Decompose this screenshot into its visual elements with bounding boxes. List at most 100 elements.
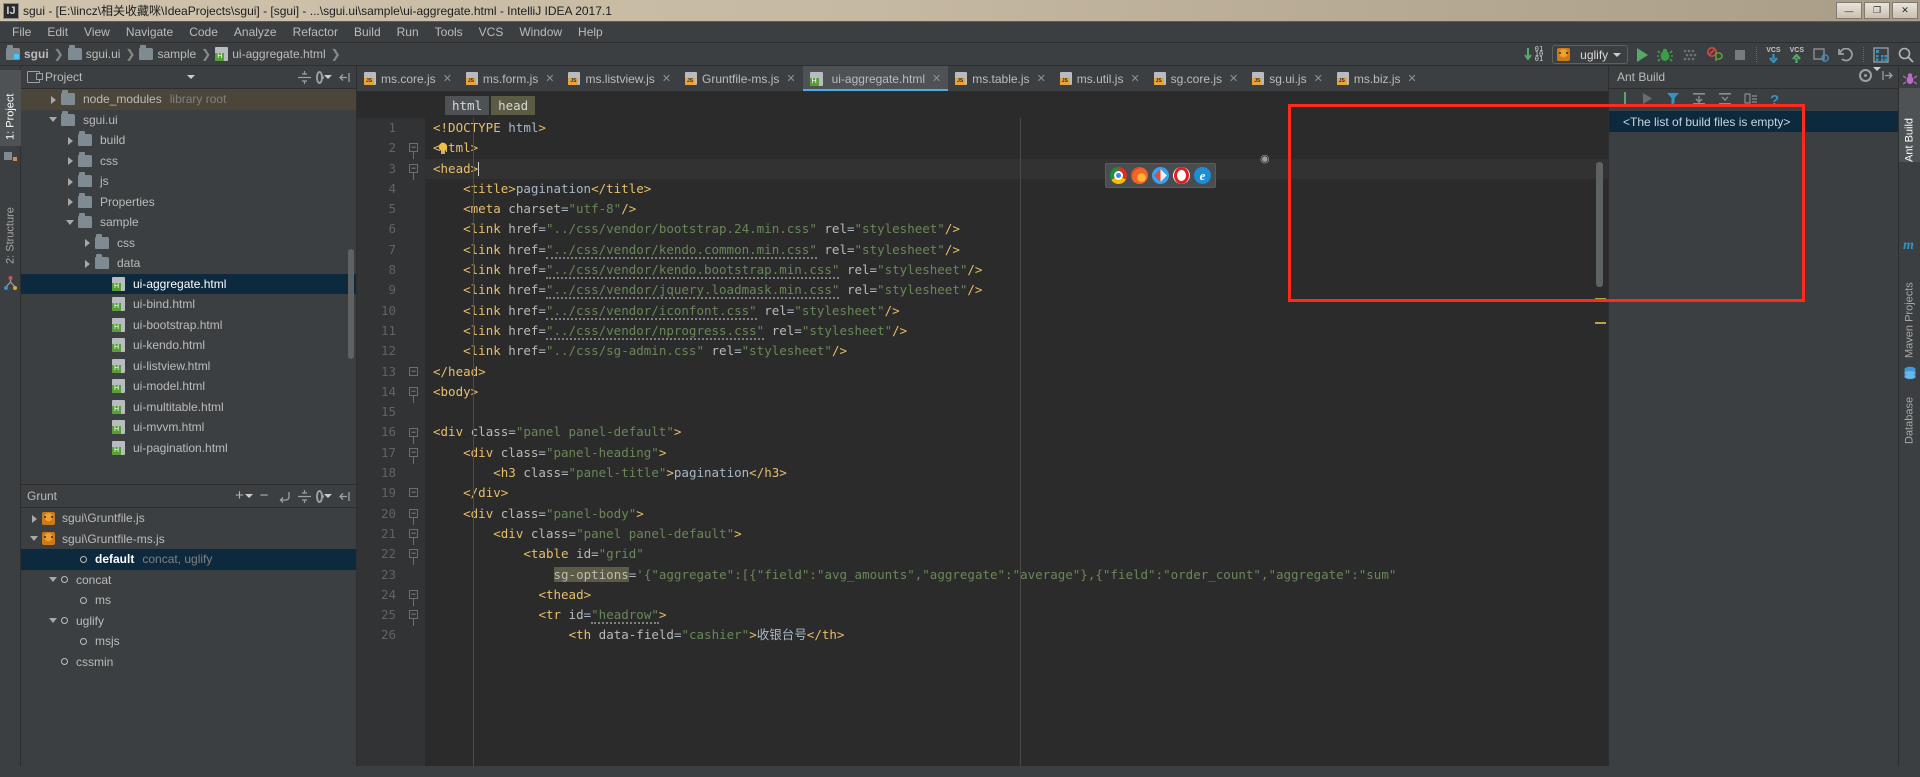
grunt-item-ms[interactable]: ms [21, 590, 356, 611]
sidebar-item-structure[interactable]: 2: Structure [0, 178, 21, 270]
expand-collapse-icon[interactable] [296, 488, 312, 504]
gear-icon[interactable] [1859, 67, 1881, 85]
tree-item-css[interactable]: css [21, 151, 356, 172]
close-icon[interactable]: ✕ [1229, 72, 1238, 85]
grunt-item-msjs[interactable]: msjs [21, 631, 356, 652]
coverage-button[interactable] [1682, 47, 1698, 63]
code-line[interactable]: <div class="panel-heading"> [425, 443, 1608, 463]
tree-expand-arrow-open[interactable] [48, 615, 59, 626]
minimize-button[interactable]: — [1836, 2, 1862, 19]
tree-item-ui-model-html[interactable]: ui-model.html [21, 376, 356, 397]
fold-end-icon[interactable]: − [409, 366, 418, 376]
opera-icon[interactable] [1173, 167, 1190, 184]
menu-tools[interactable]: Tools [427, 23, 471, 41]
code-line[interactable]: <link href="../css/vendor/nprogress.css"… [425, 321, 1608, 341]
editor-tab-ms-util-js[interactable]: ms.util.js ✕ [1053, 66, 1147, 91]
fold-expanded-icon[interactable]: − [409, 143, 418, 153]
close-icon[interactable]: ✕ [1314, 72, 1323, 85]
hide-panel-icon[interactable] [336, 488, 352, 504]
grunt-item-sgui-gruntfile-js[interactable]: sgui\Gruntfile.js [21, 508, 356, 529]
revert-button[interactable] [1838, 47, 1854, 62]
tree-expand-arrow-open[interactable] [48, 574, 59, 585]
tree-item-css[interactable]: css [21, 233, 356, 254]
code-line[interactable]: <div class="panel panel-default"> [425, 524, 1608, 544]
run-button[interactable] [1637, 47, 1649, 62]
fold-expanded-icon[interactable]: − [409, 163, 418, 173]
gear-icon[interactable] [316, 488, 332, 504]
tree-expand-arrow-closed[interactable] [65, 176, 76, 187]
code-line[interactable]: </div> [425, 483, 1608, 503]
menu-view[interactable]: View [76, 23, 118, 41]
grunt-item-default[interactable]: default concat, uglify [21, 549, 356, 570]
editor-tab-ms-form-js[interactable]: ms.form.js ✕ [459, 66, 562, 91]
fold-expanded-icon[interactable]: − [409, 610, 418, 620]
tree-expand-arrow-closed[interactable] [48, 94, 59, 105]
tree-item-ui-bootstrap-html[interactable]: ui-bootstrap.html [21, 315, 356, 336]
code-line[interactable]: <div class="panel panel-default"> [425, 422, 1608, 442]
close-icon[interactable]: ✕ [545, 72, 554, 85]
code-line[interactable]: <link href="../css/vendor/bootstrap.24.m… [425, 219, 1608, 239]
menu-run[interactable]: Run [389, 23, 427, 41]
menu-window[interactable]: Window [511, 23, 570, 41]
settings-button[interactable] [1873, 46, 1889, 63]
editor-tab-sg-ui-js[interactable]: sg.ui.js ✕ [1245, 66, 1330, 91]
maximize-button[interactable]: ❐ [1864, 2, 1890, 19]
tree-item-ui-bind-html[interactable]: ui-bind.html [21, 294, 356, 315]
editor-scrollbar-thumb[interactable] [1596, 162, 1603, 287]
menu-analyze[interactable]: Analyze [226, 23, 285, 41]
tree-expand-arrow-open[interactable] [65, 217, 76, 228]
edge-icon[interactable]: e [1194, 167, 1211, 184]
expand-all-icon[interactable] [1692, 92, 1706, 108]
editor-tab-ms-core-js[interactable]: ms.core.js ✕ [357, 66, 459, 91]
sidebar-item-maven-projects[interactable]: Maven Projects [1899, 256, 1920, 364]
close-icon[interactable]: ✕ [443, 72, 452, 85]
window-controls[interactable]: — ❐ ✕ [1836, 2, 1918, 19]
code-line[interactable]: <body> [425, 382, 1608, 402]
chrome-icon[interactable] [1110, 167, 1127, 184]
add-icon[interactable]: + [235, 488, 253, 504]
breadcrumb-item-sample[interactable]: sample [157, 47, 196, 61]
tree-item-node-modules[interactable]: node_modules library root [21, 89, 356, 110]
tree-item-ui-kendo-html[interactable]: ui-kendo.html [21, 335, 356, 356]
fold-expanded-icon[interactable]: − [409, 427, 418, 437]
code-line[interactable]: <title>pagination</title> [425, 179, 1608, 199]
tree-item-ui-listview-html[interactable]: ui-listview.html [21, 356, 356, 377]
menu-navigate[interactable]: Navigate [118, 23, 181, 41]
browser-launch-popup[interactable]: e [1105, 163, 1216, 188]
add-build-file-icon[interactable] [1621, 91, 1629, 109]
fold-expanded-icon[interactable]: − [409, 447, 418, 457]
filter-targets-icon[interactable] [1666, 92, 1680, 108]
tree-expand-arrow-closed[interactable] [82, 237, 93, 248]
menubar[interactable]: File Edit View Navigate Code Analyze Ref… [0, 22, 1920, 43]
code-editor[interactable]: 1 2 3 4 5 6 7 8 9 10 11 12 13 14 15 16 17 18 19 20 21 22 23 24 2… [357, 118, 1608, 766]
tree-item-ui-mvvm-html[interactable]: ui-mvvm.html [21, 417, 356, 438]
code-folding-gutter[interactable]: − − − − − − − − − − − − [403, 118, 425, 766]
remove-icon[interactable]: − [256, 488, 272, 504]
vcs-history-button[interactable] [1813, 47, 1829, 62]
sidebar-item-database[interactable]: Database [1899, 382, 1920, 450]
breadcrumb-item-sgui-ui[interactable]: sgui.ui [86, 47, 121, 61]
hide-panel-icon[interactable] [1881, 69, 1894, 85]
menu-code[interactable]: Code [181, 23, 226, 41]
chevron-down-icon[interactable] [187, 75, 196, 79]
tree-item-ui-pagination-html[interactable]: ui-pagination.html [21, 438, 356, 459]
ant-build-file-list[interactable]: <The list of build files is empty> [1609, 111, 1898, 766]
tree-item-sgui-ui[interactable]: sgui.ui [21, 110, 356, 131]
sidebar-item-project[interactable]: 1: Project [0, 70, 21, 146]
code-line[interactable]: <!DOCTYPE html> [425, 118, 1608, 138]
menu-refactor[interactable]: Refactor [285, 23, 346, 41]
fold-expanded-icon[interactable]: − [409, 549, 418, 559]
code-line[interactable]: sg-options='{"aggregate":[{"field":"avg_… [425, 565, 1608, 585]
code-line[interactable]: <div class="panel-body"> [425, 504, 1608, 524]
grunt-item-concat[interactable]: concat [21, 570, 356, 591]
tree-item-data[interactable]: data [21, 253, 356, 274]
code-line[interactable]: <link href="../css/sg-admin.css" rel="st… [425, 341, 1608, 361]
firefox-icon[interactable] [1131, 167, 1148, 184]
help-icon[interactable]: ? [1770, 92, 1779, 109]
fold-expanded-icon[interactable]: − [409, 386, 418, 396]
tree-expand-arrow-closed[interactable] [65, 155, 76, 166]
tree-item-ui-aggregate-html[interactable]: ui-aggregate.html [21, 273, 356, 294]
hide-panel-icon[interactable] [336, 69, 352, 85]
rerun-icon[interactable] [276, 488, 292, 504]
tree-expand-arrow-closed[interactable] [82, 258, 93, 269]
